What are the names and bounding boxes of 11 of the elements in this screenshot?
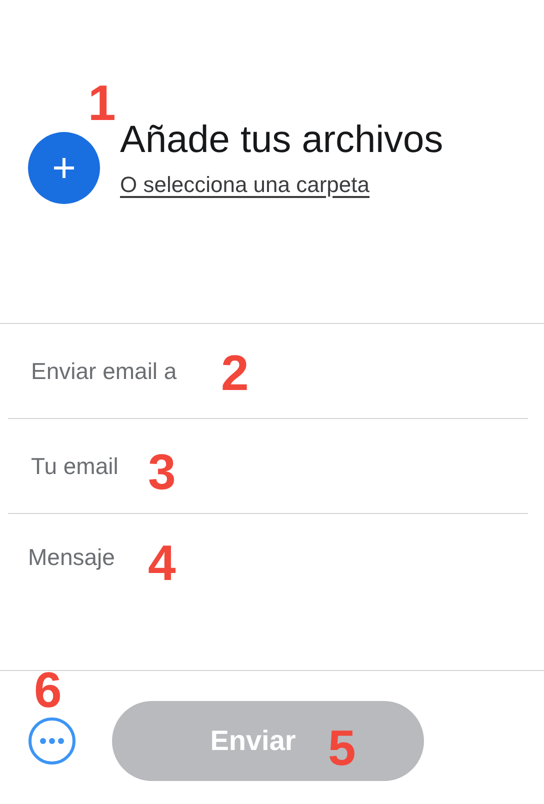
select-folder-link[interactable]: O selecciona una carpeta: [120, 172, 370, 198]
annotation-number: 5: [328, 723, 356, 773]
more-options-button[interactable]: [28, 716, 76, 764]
annotation-number: 6: [34, 665, 62, 715]
annotation-number: 4: [148, 538, 176, 588]
annotation-number: 3: [148, 447, 176, 497]
annotation-number: 1: [88, 78, 116, 128]
more-icon: [28, 716, 76, 764]
upload-title: Añade tus archivos: [120, 119, 444, 162]
plus-icon: [52, 156, 76, 180]
annotation-number: 2: [221, 348, 249, 398]
